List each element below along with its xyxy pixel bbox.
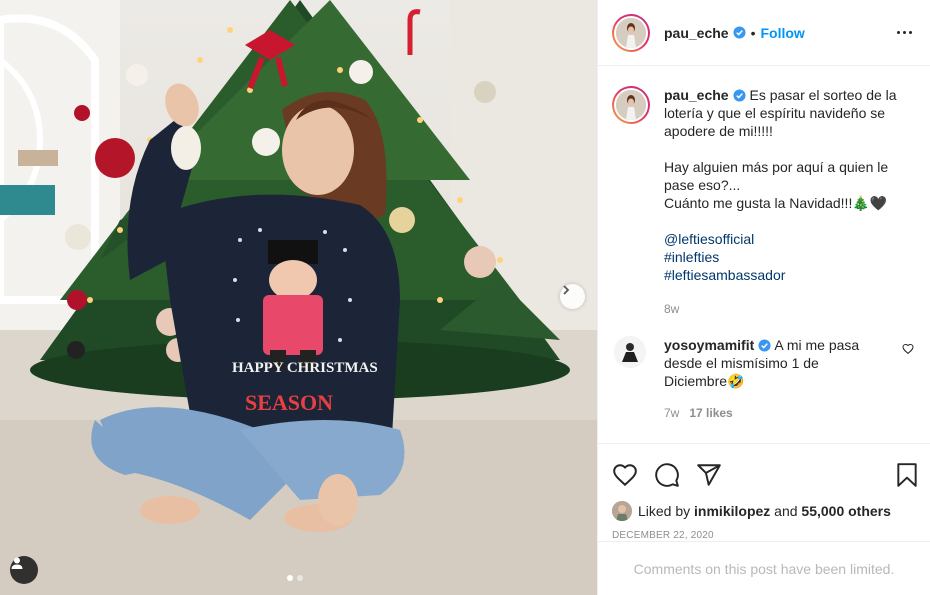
user-tag-icon xyxy=(11,557,23,569)
likes-prefix: Liked by xyxy=(638,503,691,519)
caption-body: pau_eche Es pasar el sorteo de la loterí… xyxy=(664,86,904,318)
verified-badge-icon xyxy=(758,339,771,352)
comment-item: yosoymamifit A mi me pasa desde el mismí… xyxy=(612,336,914,422)
comments-limited-notice: Comments on this post have been limited. xyxy=(598,541,930,595)
comment-meta: 7w 17 likes xyxy=(664,404,864,422)
sweater-text-top: HAPPY CHRISTMAS xyxy=(232,360,378,376)
comment-like-button[interactable] xyxy=(902,342,914,422)
carousel-dot xyxy=(297,575,303,581)
heart-icon xyxy=(613,464,637,487)
share-button[interactable] xyxy=(696,462,722,488)
carousel-dot-active xyxy=(287,575,293,581)
tagged-users-button[interactable] xyxy=(10,556,38,584)
author-avatar[interactable] xyxy=(612,13,650,52)
post-header: pau_eche • Follow xyxy=(598,0,930,66)
caption: pau_eche Es pasar el sorteo de la loterí… xyxy=(612,86,914,318)
header-separator: • xyxy=(750,24,756,41)
share-icon xyxy=(697,464,721,486)
caption-username[interactable]: pau_eche xyxy=(664,87,729,103)
post-photo-illustration: HAPPY CHRISTMAS SEASON xyxy=(0,0,597,595)
caption-hashtag[interactable]: #leftiesambassador xyxy=(664,267,785,283)
post-photo[interactable]: HAPPY CHRISTMAS SEASON xyxy=(0,0,597,595)
verified-badge-icon xyxy=(733,89,746,102)
likes-summary[interactable]: Liked by inmikilopez and 55,000 others xyxy=(598,500,930,522)
action-bar xyxy=(598,450,930,500)
caption-age[interactable]: 8w xyxy=(664,300,904,318)
heart-icon xyxy=(902,343,914,355)
caption-text-line2: Hay alguien más por aquí a quien le pase… xyxy=(664,159,889,193)
more-options-button[interactable] xyxy=(893,27,916,38)
follow-button[interactable]: Follow xyxy=(761,25,805,41)
caption-mention[interactable]: @leftiesofficial xyxy=(664,231,754,247)
sweater-text-bottom: SEASON xyxy=(245,390,333,415)
verified-badge-icon xyxy=(733,26,746,39)
like-button[interactable] xyxy=(612,462,638,488)
comments-section[interactable]: pau_eche Es pasar el sorteo de la loterí… xyxy=(598,66,930,443)
commenter-avatar[interactable] xyxy=(614,336,646,368)
commenter-username[interactable]: yosoymamifit xyxy=(664,337,754,353)
author-avatar-image xyxy=(616,17,646,48)
caption-author-avatar[interactable] xyxy=(612,86,650,124)
carousel-indicator xyxy=(287,575,303,581)
save-button[interactable] xyxy=(894,462,920,488)
likes-joiner: and xyxy=(774,503,798,519)
post-actions: Liked by inmikilopez and 55,000 others D… xyxy=(598,443,930,595)
liker-avatar[interactable] xyxy=(612,501,632,521)
more-options-icon xyxy=(897,31,900,34)
author-username[interactable]: pau_eche xyxy=(664,25,729,41)
comment-age[interactable]: 7w xyxy=(664,406,679,420)
commenter-avatar-image xyxy=(614,336,646,368)
liker-avatar-image xyxy=(612,501,632,521)
post-side-panel: pau_eche • Follow pau_eche Es pasar el s… xyxy=(597,0,930,595)
likes-others[interactable]: 55,000 others xyxy=(801,503,891,519)
caption-avatar-image xyxy=(616,90,646,120)
post-date[interactable]: DECEMBER 22, 2020 xyxy=(598,530,930,541)
bookmark-icon xyxy=(897,463,917,487)
caption-hashtag[interactable]: #inlefties xyxy=(664,249,719,265)
comment-icon xyxy=(655,463,679,487)
chevron-right-icon xyxy=(563,285,570,295)
caption-text-line3: Cuánto me gusta la Navidad!!!🎄🖤 xyxy=(664,195,888,211)
comment-body: yosoymamifit A mi me pasa desde el mismí… xyxy=(664,336,864,422)
likes-user[interactable]: inmikilopez xyxy=(694,503,770,519)
next-photo-button[interactable] xyxy=(560,284,585,309)
comment-likes[interactable]: 17 likes xyxy=(689,406,732,420)
comment-button[interactable] xyxy=(654,462,680,488)
